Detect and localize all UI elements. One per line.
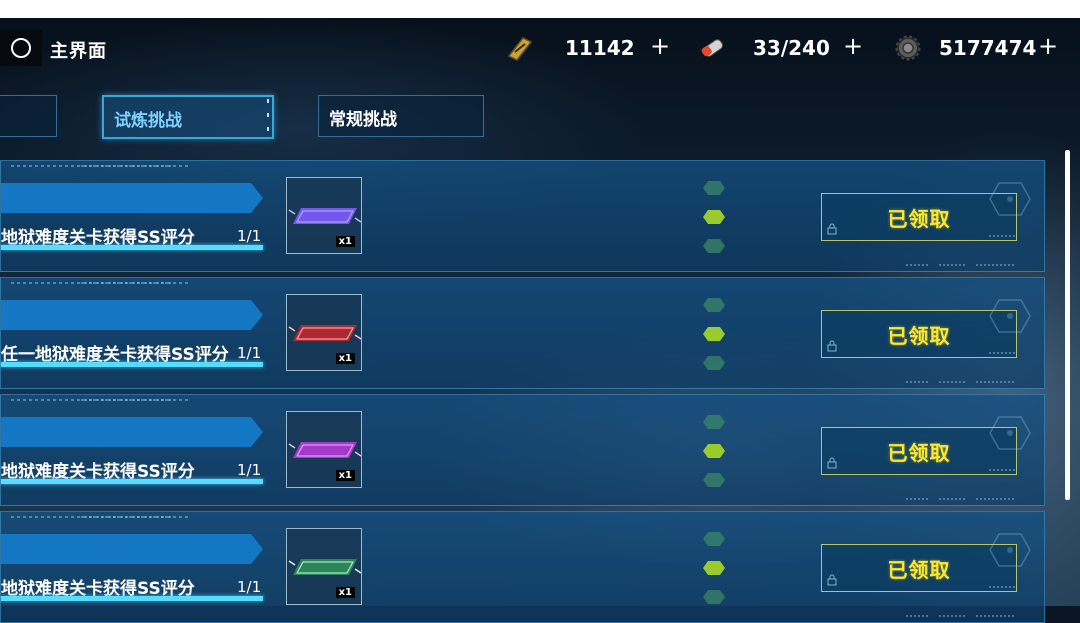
tab-label: 试炼挑战 <box>114 111 182 131</box>
progress-bar <box>1 362 263 367</box>
reward-item[interactable]: x1 <box>286 177 362 254</box>
hex-indicator-icon <box>703 181 725 253</box>
home-circle-icon <box>11 38 31 58</box>
reward-item[interactable]: x1 <box>286 294 362 371</box>
lock-icon <box>827 457 837 469</box>
tab-label: 常规挑战 <box>329 110 397 130</box>
hex-outline-icon <box>989 182 1031 216</box>
task-banner <box>1 300 263 330</box>
stamina-icon <box>697 34 727 62</box>
top-margin <box>0 0 1080 18</box>
claim-label: 已领取 <box>887 557 951 582</box>
hex-outline-icon <box>989 416 1031 450</box>
task-row: 地狱难度关卡获得SS评分 1/1 x1 已领取 <box>0 394 1045 506</box>
tab-regular-challenge[interactable]: 常规挑战 <box>318 95 484 137</box>
decor-line <box>81 282 171 284</box>
stamina-value: 33/240 <box>753 36 830 60</box>
coin-value: 5177474 <box>939 36 1037 60</box>
task-row: 任一地狱难度关卡获得SS评分 1/1 x1 已领取 <box>0 277 1045 389</box>
lock-icon <box>827 223 837 235</box>
hex-indicator-icon <box>703 532 725 604</box>
plus-icon: + <box>843 32 864 60</box>
hex-indicator-icon <box>703 415 725 487</box>
progress-bar <box>1 479 263 484</box>
task-row: 地狱难度关卡获得SS评分 1/1 x1 已领取 <box>0 160 1045 272</box>
claim-label: 已领取 <box>887 440 951 465</box>
lock-icon <box>827 574 837 586</box>
tab-partial[interactable] <box>0 95 57 137</box>
scrollbar[interactable] <box>1065 150 1070 500</box>
plus-icon: + <box>1038 32 1059 60</box>
progress-bar <box>1 245 263 250</box>
lock-icon <box>827 340 837 352</box>
task-progress: 1/1 <box>237 578 262 596</box>
task-banner <box>1 183 263 213</box>
resource-stamina: 33/240 <box>697 34 830 62</box>
decor-line <box>81 399 171 401</box>
ticket-icon <box>505 34 535 62</box>
claim-label: 已领取 <box>887 323 951 348</box>
decor-line <box>81 516 171 518</box>
reward-count: x1 <box>335 470 355 481</box>
task-progress: 1/1 <box>237 344 262 362</box>
gear-coin-icon <box>893 34 923 62</box>
home-button[interactable] <box>0 30 42 66</box>
task-row: 地狱难度关卡获得SS评分 1/1 x1 已领取 <box>0 511 1045 623</box>
resource-ticket: 11142 <box>505 34 635 62</box>
reward-count: x1 <box>335 353 355 364</box>
task-progress: 1/1 <box>237 227 262 245</box>
reward-count: x1 <box>335 587 355 598</box>
hex-indicator-icon <box>703 298 725 370</box>
progress-bar <box>1 596 263 601</box>
task-progress: 1/1 <box>237 461 262 479</box>
decor-line <box>81 165 171 167</box>
plus-icon: + <box>650 32 671 60</box>
task-banner <box>1 417 263 447</box>
reward-item[interactable]: x1 <box>286 528 362 605</box>
claim-label: 已领取 <box>887 206 951 231</box>
page-title: 主界面 <box>50 41 107 62</box>
task-banner <box>1 534 263 564</box>
hex-outline-icon <box>989 299 1031 333</box>
ticket-value: 11142 <box>565 36 635 60</box>
reward-count: x1 <box>335 236 355 247</box>
tab-trial-challenge[interactable]: 试炼挑战 <box>102 95 274 139</box>
resource-coin: 5177474 <box>893 34 1036 62</box>
hex-outline-icon <box>989 533 1031 567</box>
reward-item[interactable]: x1 <box>286 411 362 488</box>
